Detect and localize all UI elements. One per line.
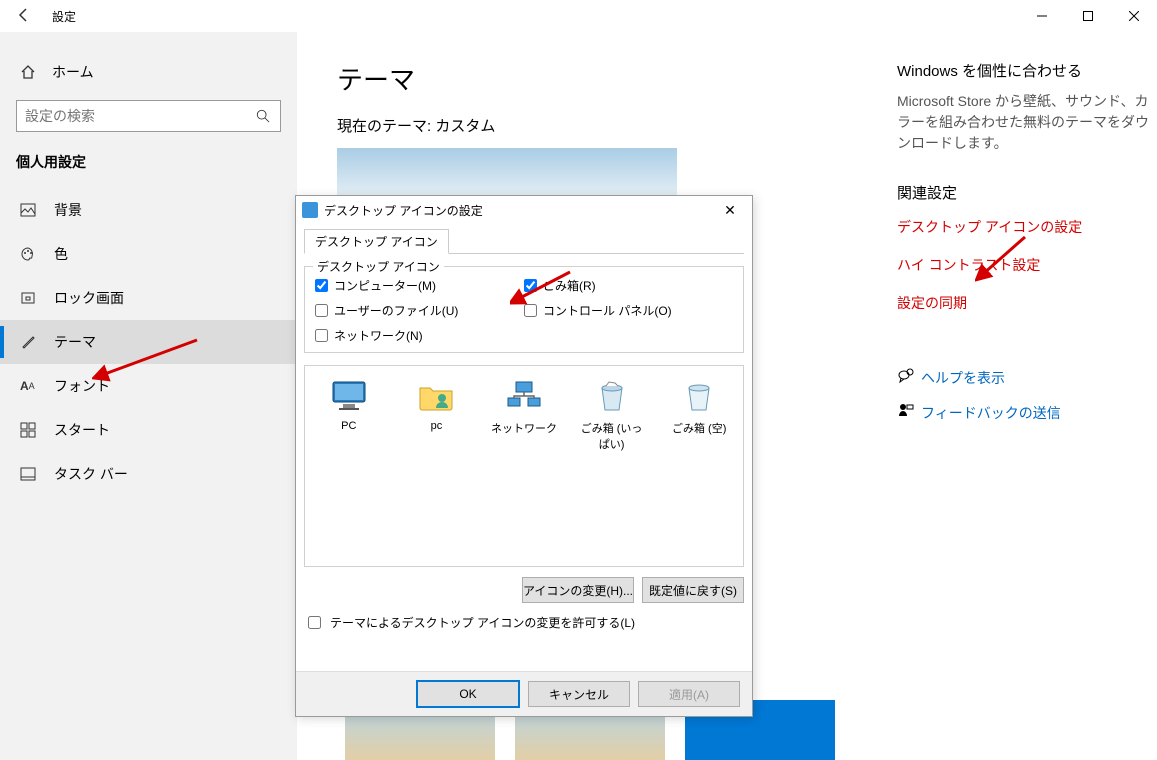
recyclebin-empty-icon (679, 376, 719, 416)
help-label: ヘルプを表示 (921, 368, 1005, 388)
window-title: 設定 (48, 8, 76, 25)
allow-label: テーマによるデスクトップ アイコンの変更を許可する(L) (330, 614, 635, 631)
check-label: コンピューター(M) (334, 277, 436, 294)
sidebar-group-title: 個人用設定 (0, 152, 297, 188)
monitor-icon (329, 376, 369, 416)
check-computer[interactable]: コンピューター(M) (315, 277, 524, 294)
allow-theme-change-check[interactable]: テーマによるデスクトップ アイコンの変更を許可する(L) (304, 613, 744, 632)
palette-icon (20, 246, 40, 262)
search-input[interactable] (17, 102, 246, 130)
sidebar-item-label: スタート (40, 420, 110, 440)
dialog-close-button[interactable]: ✕ (714, 202, 746, 219)
restore-defaults-button[interactable]: 既定値に戻す(S) (642, 577, 744, 603)
sidebar-item-label: テーマ (40, 332, 96, 352)
grid-icon (20, 422, 40, 438)
home-icon (20, 64, 40, 80)
dialog-tab[interactable]: デスクトップ アイコン (304, 229, 449, 254)
check-recyclebin-box[interactable] (524, 279, 537, 292)
icon-label: pc (403, 420, 471, 432)
folder-user-icon (416, 376, 456, 416)
help-icon (897, 367, 921, 388)
icon-recyclebin-empty[interactable]: ごみ箱 (空) (665, 376, 733, 452)
sidebar-item-taskbar[interactable]: タスク バー (0, 452, 297, 496)
sidebar-home[interactable]: ホーム (0, 52, 297, 92)
right-title: Windows を個性に合わせる (897, 60, 1157, 81)
sidebar-item-colors[interactable]: 色 (0, 232, 297, 276)
check-computer-box[interactable] (315, 279, 328, 292)
group-label: デスクトップ アイコン (313, 258, 444, 275)
check-userfiles[interactable]: ユーザーのファイル(U) (315, 302, 524, 319)
check-controlpanel[interactable]: コントロール パネル(O) (524, 302, 733, 319)
close-button[interactable] (1111, 0, 1157, 32)
page-heading: テーマ (337, 60, 857, 97)
minimize-button[interactable] (1019, 0, 1065, 32)
sidebar-item-start[interactable]: スタート (0, 408, 297, 452)
link-desktop-icon-settings[interactable]: デスクトップ アイコンの設定 (897, 217, 1157, 237)
icon-pc[interactable]: PC (315, 376, 383, 452)
feedback-label: フィードバックの送信 (921, 403, 1061, 423)
check-network[interactable]: ネットワーク(N) (315, 327, 524, 344)
icon-network[interactable]: ネットワーク (490, 376, 558, 452)
desktop-icon-dialog: デスクトップ アイコンの設定 ✕ デスクトップ アイコン デスクトップ アイコン… (295, 195, 753, 717)
check-label: ごみ箱(R) (543, 277, 596, 294)
sidebar-item-label: 色 (40, 244, 68, 264)
dialog-icon (302, 202, 318, 218)
sidebar-item-label: 背景 (40, 200, 82, 220)
check-recyclebin[interactable]: ごみ箱(R) (524, 277, 733, 294)
change-icon-button[interactable]: アイコンの変更(H)... (522, 577, 634, 603)
check-label: ユーザーのファイル(U) (334, 302, 458, 319)
help-link[interactable]: ヘルプを表示 (897, 367, 1157, 388)
network-icon (504, 376, 544, 416)
dialog-title: デスクトップ アイコンの設定 (324, 202, 714, 219)
brush-icon (20, 334, 40, 350)
sidebar-item-label: ロック画面 (40, 288, 124, 308)
check-label: ネットワーク(N) (334, 327, 423, 344)
sidebar-item-fonts[interactable]: AA フォント (0, 364, 297, 408)
sidebar-item-lockscreen[interactable]: ロック画面 (0, 276, 297, 320)
icon-preview-area: PC pc ネットワーク ごみ箱 (いっぱい) (304, 365, 744, 567)
back-button[interactable] (0, 7, 48, 26)
link-high-contrast[interactable]: ハイ コントラスト設定 (897, 255, 1157, 275)
icon-label: ネットワーク (490, 420, 558, 436)
sidebar-item-themes[interactable]: テーマ (0, 320, 297, 364)
icon-label: PC (315, 420, 383, 432)
allow-theme-change-box[interactable] (308, 616, 321, 629)
icon-recyclebin-full[interactable]: ごみ箱 (いっぱい) (578, 376, 646, 452)
sidebar-item-background[interactable]: 背景 (0, 188, 297, 232)
check-label: コントロール パネル(O) (543, 302, 672, 319)
search-input-wrap[interactable] (16, 100, 281, 132)
sidebar: ホーム 個人用設定 背景 色 ロック画面 テーマ (0, 32, 297, 760)
icon-userfolder[interactable]: pc (403, 376, 471, 452)
sidebar-item-label: タスク バー (40, 464, 128, 484)
lock-icon (20, 290, 40, 306)
apply-button[interactable]: 適用(A) (638, 681, 740, 707)
sidebar-item-label: フォント (40, 376, 110, 396)
icon-label: ごみ箱 (いっぱい) (578, 420, 646, 452)
check-network-box[interactable] (315, 329, 328, 342)
link-sync-settings[interactable]: 設定の同期 (897, 293, 1157, 313)
related-settings-title: 関連設定 (897, 182, 1157, 203)
picture-icon (20, 202, 40, 218)
sidebar-home-label: ホーム (40, 62, 94, 82)
font-icon: AA (20, 379, 40, 393)
ok-button[interactable]: OK (416, 680, 520, 708)
recyclebin-full-icon (592, 376, 632, 416)
check-controlpanel-box[interactable] (524, 304, 537, 317)
feedback-link[interactable]: フィードバックの送信 (897, 402, 1157, 423)
cancel-button[interactable]: キャンセル (528, 681, 630, 707)
taskbar-icon (20, 466, 40, 482)
maximize-button[interactable] (1065, 0, 1111, 32)
page-subheading: 現在のテーマ: カスタム (337, 115, 857, 136)
icon-label: ごみ箱 (空) (665, 420, 733, 436)
feedback-icon (897, 402, 921, 423)
check-userfiles-box[interactable] (315, 304, 328, 317)
right-text: Microsoft Store から壁紙、サウンド、カラーを組み合わせた無料のテ… (897, 91, 1157, 154)
search-icon (246, 109, 280, 123)
